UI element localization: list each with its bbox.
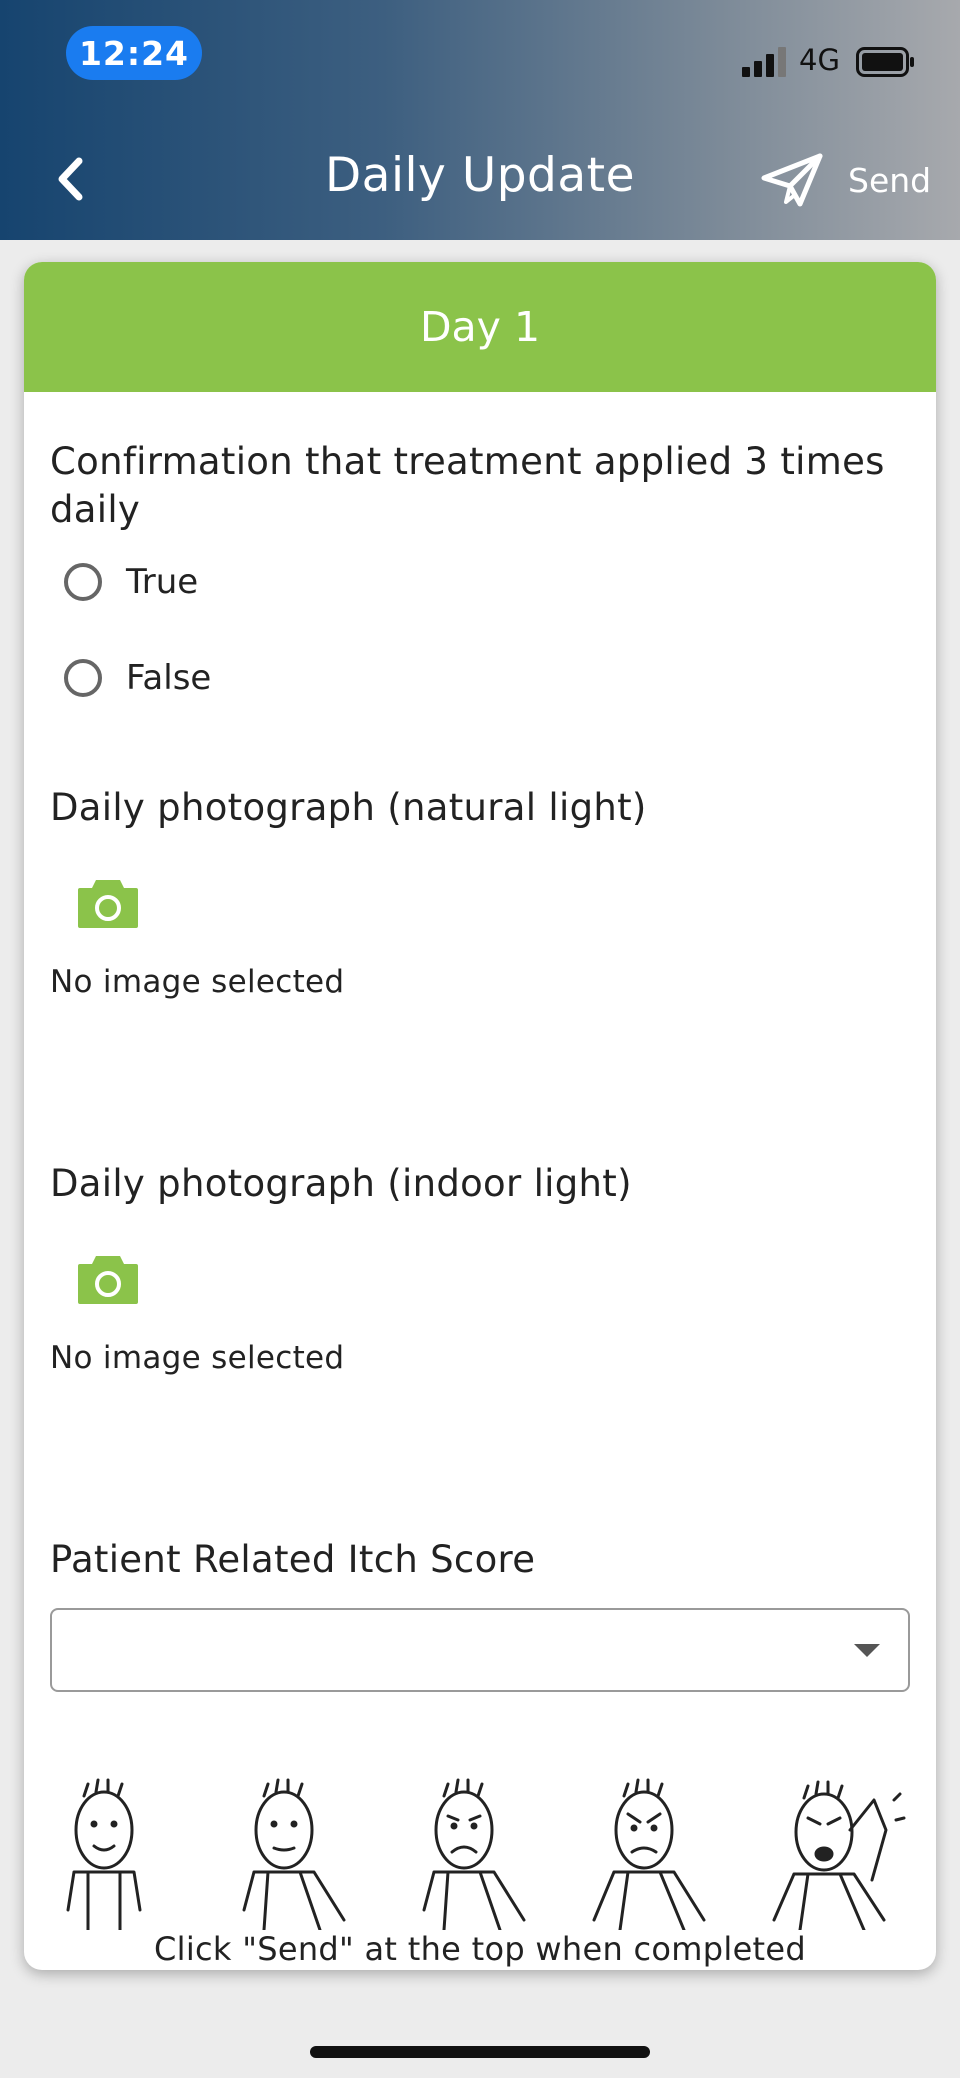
- very-severe-itch-face: [772, 1780, 906, 1930]
- photo-indoor-status: No image selected: [50, 1340, 345, 1376]
- radio-option-false[interactable]: False: [64, 650, 364, 706]
- radio-option-true[interactable]: True: [64, 554, 364, 610]
- status-time: 12:24: [66, 26, 202, 80]
- radio-label-true: True: [126, 562, 199, 602]
- radio-button[interactable]: [64, 659, 102, 697]
- nav-bar: Daily Update Send: [0, 120, 960, 235]
- no-itch-face: [66, 1778, 142, 1930]
- camera-icon[interactable]: [76, 874, 140, 930]
- send-button[interactable]: Send: [760, 150, 940, 210]
- radio-button[interactable]: [64, 563, 102, 601]
- itch-score-label: Patient Related Itch Score: [50, 1538, 536, 1581]
- radio-label-false: False: [126, 658, 212, 698]
- app-header: 12:24 4G Daily Update Send: [0, 0, 960, 240]
- mild-itch-face: [242, 1778, 346, 1930]
- footer-note: Click "Send" at the top when completed: [153, 1930, 807, 1968]
- severe-itch-face: [592, 1778, 706, 1930]
- moderate-itch-face: [422, 1778, 526, 1930]
- battery-icon: [856, 47, 914, 77]
- day-header: Day 1: [24, 262, 936, 392]
- itch-scale-illustration: [66, 1778, 906, 1930]
- chevron-down-icon: [854, 1644, 880, 1657]
- treatment-question: Confirmation that treatment applied 3 ti…: [50, 440, 885, 531]
- photo-natural-label: Daily photograph (natural light): [50, 786, 647, 829]
- signal-icon: [742, 47, 786, 77]
- network-label: 4G: [799, 43, 840, 77]
- send-label: Send: [848, 160, 932, 200]
- daily-update-card: Day 1 Confirmation that treatment applie…: [24, 262, 936, 1970]
- home-indicator: [310, 2046, 650, 2058]
- itch-score-select[interactable]: [50, 1608, 910, 1692]
- status-bar: 12:24 4G: [0, 0, 960, 110]
- photo-natural-status: No image selected: [50, 964, 345, 1000]
- camera-icon[interactable]: [76, 1250, 140, 1306]
- photo-indoor-label: Daily photograph (indoor light): [50, 1162, 632, 1205]
- paper-plane-icon: [761, 153, 823, 207]
